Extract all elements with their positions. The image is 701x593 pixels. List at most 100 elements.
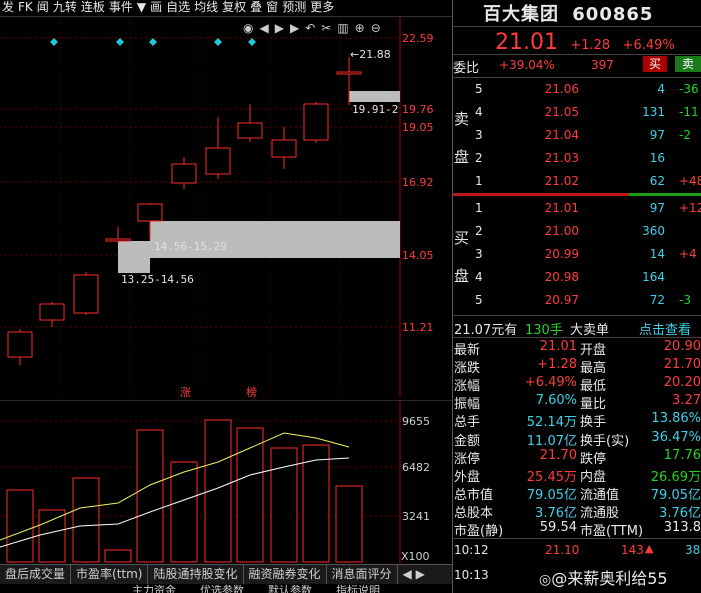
toolbar-item-13[interactable]: 预测 bbox=[280, 0, 308, 15]
toolbar-item-7[interactable]: 画 bbox=[148, 0, 164, 15]
quote-panel: 百大集团 600865 21.01 +1.28 +6.49% 委比 +39.04… bbox=[452, 0, 701, 593]
stat-value: 3.76亿 bbox=[535, 505, 577, 521]
indicator-subtab-1[interactable]: 优选参数 bbox=[200, 585, 244, 593]
chart-toolbar: 发 FK 闻九转 连板 事件 ▼ 画自选 均线 复权叠窗预测 更多 bbox=[0, 0, 452, 17]
toolbar-item-3[interactable]: 九转 bbox=[51, 0, 79, 15]
bid-price: 21.00 bbox=[544, 224, 579, 238]
stat-value: 79.05亿 bbox=[650, 487, 701, 503]
ask-row-3[interactable]: 3 21.04 97 -2 bbox=[453, 124, 701, 147]
toolbar-item-9[interactable]: 均线 bbox=[192, 0, 220, 15]
zone-low bbox=[118, 241, 150, 273]
cut-icon[interactable]: ✂ bbox=[318, 21, 334, 35]
bid-row-2[interactable]: 2 21.00 360 bbox=[453, 220, 701, 243]
stat-value: 25.45万 bbox=[526, 469, 577, 485]
indicator-subtab-0[interactable]: 主力资金 bbox=[132, 585, 176, 593]
buy-button[interactable]: 买 bbox=[643, 56, 667, 72]
stat-label: 内盘 bbox=[580, 469, 607, 485]
annotation-zone-top: 19.91-2 bbox=[352, 103, 398, 116]
bid-row-5[interactable]: 5 20.97 72 -3 bbox=[453, 289, 701, 312]
tick-extra: 38 bbox=[685, 543, 701, 557]
y-label-0: 22.59 bbox=[402, 32, 434, 45]
annotation-high: ←21.88 bbox=[350, 48, 391, 61]
ask-row-4[interactable]: 4 21.05 131 -11 bbox=[453, 101, 701, 124]
toolbar-item-10[interactable]: 复权 bbox=[220, 0, 248, 15]
circle-right-icon[interactable]: ▶ bbox=[287, 21, 302, 35]
zoom-in-icon[interactable]: ⊕ bbox=[352, 21, 368, 35]
stat-label: 开盘 bbox=[580, 343, 607, 358]
toolbar-item-2[interactable]: 闻 bbox=[35, 0, 51, 15]
vol-bar-9 bbox=[302, 444, 330, 563]
tick-row: 10:12 21.10 143 38 ▲ bbox=[453, 542, 701, 562]
toolbar-item-12[interactable]: 窗 bbox=[264, 0, 280, 15]
tick-time: 10:12 bbox=[454, 543, 489, 557]
indicator-subtab-3[interactable]: 指标说明 bbox=[336, 585, 380, 593]
toolbar-item-6[interactable]: ▼ bbox=[135, 0, 148, 15]
watermark-text: @来薪奥利给55 bbox=[551, 569, 668, 588]
ask-row-1[interactable]: 1 21.02 62 +48 bbox=[453, 170, 701, 193]
indicator-tab-3[interactable]: 融资融券变化 bbox=[244, 565, 327, 584]
vol-bar-2 bbox=[72, 477, 100, 563]
stat-label: 涨幅 bbox=[454, 379, 481, 395]
indicator-tab-1[interactable]: 市盈率(ttm) bbox=[71, 565, 149, 584]
stat-value: 20.90 bbox=[663, 339, 701, 354]
vol-unit: X100 bbox=[401, 550, 430, 563]
toolbar-item-0[interactable]: 发 bbox=[0, 0, 16, 15]
bid-row-3[interactable]: 3 20.99 14 +4 bbox=[453, 243, 701, 266]
ask-price: 21.06 bbox=[544, 82, 579, 96]
undo-icon[interactable]: ↶ bbox=[302, 21, 318, 35]
eye-icon[interactable]: ◉ bbox=[240, 21, 256, 35]
tick-price: 21.10 bbox=[545, 543, 580, 557]
bid-price: 20.98 bbox=[544, 270, 579, 284]
tab-scroll-arrows-icon[interactable]: ◀ ▶ bbox=[398, 565, 430, 584]
stat-label: 振幅 bbox=[454, 397, 481, 413]
indicator-tab-4[interactable]: 消息面评分 bbox=[327, 565, 398, 584]
stat-label: 换手 bbox=[580, 415, 607, 431]
indicator-subtab-2[interactable]: 默认参数 bbox=[268, 585, 312, 593]
stat-label: 总股本 bbox=[454, 505, 494, 521]
sell-button[interactable]: 卖 bbox=[675, 56, 701, 72]
trash-icon[interactable]: ▥ bbox=[334, 21, 351, 35]
zoom-out-icon[interactable]: ⊖ bbox=[368, 21, 384, 35]
bid-row-4[interactable]: 4 20.98 164 bbox=[453, 266, 701, 289]
price-change: +1.28 bbox=[570, 38, 611, 53]
ask-row-2[interactable]: 2 21.03 16 bbox=[453, 147, 701, 170]
circle-left-icon[interactable]: ◀ bbox=[256, 21, 271, 35]
play-icon[interactable]: ▶ bbox=[272, 21, 287, 35]
bid-delta: +12 bbox=[679, 201, 701, 215]
stat-label: 流通股 bbox=[580, 505, 620, 521]
toolbar-item-8[interactable]: 自选 bbox=[164, 0, 192, 15]
candle-body-7 bbox=[237, 122, 263, 139]
toolbar-item-11[interactable]: 叠 bbox=[248, 0, 264, 15]
toolbar-item-14[interactable]: 更多 bbox=[308, 0, 336, 15]
ask-row-5[interactable]: 5 21.06 4 -36 bbox=[453, 78, 701, 101]
ask-level: 4 bbox=[475, 105, 483, 119]
stat-label: 最新 bbox=[454, 343, 481, 358]
stat-label: 最高 bbox=[580, 361, 607, 377]
weibi-value: +39.04% bbox=[499, 58, 555, 72]
indicator-tab-2[interactable]: 陆股通持股变化 bbox=[148, 565, 244, 584]
toolbar-item-4[interactable]: 连板 bbox=[79, 0, 107, 15]
price-pct: +6.49% bbox=[622, 38, 675, 53]
annotation-zone-low: 13.25-14.56 bbox=[121, 273, 194, 286]
bid-level: 2 bbox=[475, 224, 483, 238]
stat-value: 21.70 bbox=[539, 447, 577, 463]
y-label-2: 19.05 bbox=[402, 121, 434, 134]
indicator-tab-0[interactable]: 盘后成交量 bbox=[0, 565, 72, 584]
weibi-row: 委比 +39.04% 397 买 卖 bbox=[453, 55, 701, 76]
ask-volume: 97 bbox=[649, 128, 665, 142]
stat-label: 跌停 bbox=[580, 451, 607, 467]
toolbar-item-5[interactable]: 事件 bbox=[107, 0, 135, 15]
ask-price: 21.03 bbox=[544, 151, 579, 165]
big-order-link[interactable]: 点击查看 bbox=[639, 319, 691, 338]
stat-label: 外盘 bbox=[454, 469, 481, 485]
stat-label: 总市值 bbox=[454, 487, 494, 503]
bid-row-1[interactable]: 1 21.01 97 +12 bbox=[453, 197, 701, 220]
big-order-row[interactable]: 21.07元有 130手 大卖单 点击查看 bbox=[453, 317, 701, 338]
weicha-value: 397 bbox=[591, 58, 614, 72]
kline-chart[interactable]: 22.59 19.76 19.05 16.92 14.05 11.21 ←21.88 19.9… bbox=[0, 17, 452, 397]
y-label-4: 14.05 bbox=[402, 249, 434, 262]
vol-bar-10 bbox=[335, 485, 363, 563]
toolbar-item-1[interactable]: FK bbox=[16, 0, 35, 15]
bid-volume: 360 bbox=[642, 224, 665, 238]
volume-chart[interactable]: 9655 6482 3241 X100 bbox=[0, 400, 452, 564]
